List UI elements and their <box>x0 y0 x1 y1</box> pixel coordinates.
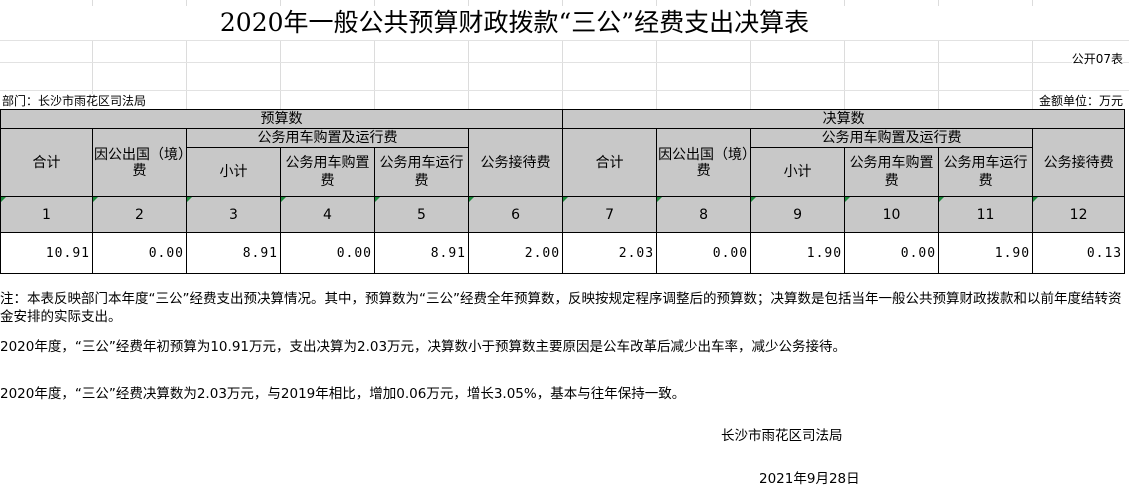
budget-group-header: 预算数 <box>0 109 564 129</box>
value-cell[interactable]: 1.90 <box>750 232 846 274</box>
index-cell: 6 <box>467 196 564 233</box>
final-operation-header: 公务用车运行费 <box>938 147 1034 197</box>
header-row-subgroups: 合计 因公出国（境）费 公务用车购置及运行费 公务接待费 合计 因公出国（境）费… <box>0 128 1126 197</box>
value-cell[interactable]: 0.00 <box>656 232 752 274</box>
department-label: 部门：长沙市雨花区司法局 <box>2 94 147 108</box>
index-cell: 10 <box>844 196 940 233</box>
index-cell: 11 <box>938 196 1034 233</box>
header-row-groups: 预算数 决算数 <box>0 109 1126 129</box>
value-cell[interactable]: 0.00 <box>92 232 187 274</box>
index-cell: 9 <box>750 196 846 233</box>
final-abroad-header: 因公出国（境）费 <box>656 128 752 197</box>
form-code: 公开07表 <box>1071 52 1123 66</box>
budget-vehicle-header: 公务用车购置及运行费 <box>186 128 469 148</box>
value-cell[interactable]: 8.91 <box>374 232 469 274</box>
three-public-expense-table: 预算数 决算数 合计 因公出国（境）费 公务用车购置及运行费 公务接待费 合计 … <box>0 109 1126 274</box>
table-note: 注：本表反映部门本年度“三公”经费支出预决算情况。其中，预算数为“三公”经费全年… <box>0 290 1124 326</box>
comparison-explanation: 2020年度，“三公”经费决算数为2.03万元，与2019年相比，增加0.06万… <box>0 385 1124 403</box>
final-subtotal-header: 小计 <box>750 147 846 197</box>
final-reception-header: 公务接待费 <box>1032 128 1126 197</box>
index-cell: 2 <box>92 196 187 233</box>
final-group-header: 决算数 <box>562 109 1126 129</box>
page-title: 2020年一般公共预算财政拨款“三公”经费支出决算表 <box>0 6 1129 40</box>
final-purchase-header: 公务用车购置费 <box>844 147 940 197</box>
value-cell[interactable]: 0.00 <box>280 232 375 274</box>
budget-explanation: 2020年度，“三公”经费年初预算为10.91万元，支出决算为2.03万元，决算… <box>0 338 1124 356</box>
index-cell: 4 <box>280 196 375 233</box>
value-cell[interactable]: 2.00 <box>467 232 564 274</box>
value-row: 10.91 0.00 8.91 0.00 8.91 2.00 2.03 0.00… <box>0 232 1126 274</box>
index-cell: 12 <box>1032 196 1126 233</box>
unit-label: 金额单位：万元 <box>1038 94 1123 108</box>
index-cell: 8 <box>656 196 752 233</box>
budget-purchase-header: 公务用车购置费 <box>280 147 375 197</box>
value-cell[interactable]: 10.91 <box>0 232 93 274</box>
budget-reception-header: 公务接待费 <box>467 128 564 197</box>
final-total-header: 合计 <box>562 128 658 197</box>
value-cell[interactable]: 2.03 <box>562 232 658 274</box>
index-cell: 7 <box>562 196 658 233</box>
value-cell[interactable]: 0.00 <box>844 232 940 274</box>
index-cell: 3 <box>186 196 281 233</box>
final-vehicle-header: 公务用车购置及运行费 <box>750 128 1034 148</box>
budget-subtotal-header: 小计 <box>186 147 281 197</box>
value-cell[interactable]: 0.13 <box>1032 232 1126 274</box>
budget-total-header: 合计 <box>0 128 93 197</box>
index-cell: 1 <box>0 196 93 233</box>
value-cell[interactable]: 1.90 <box>938 232 1034 274</box>
budget-operation-header: 公务用车运行费 <box>374 147 469 197</box>
index-cell: 5 <box>374 196 469 233</box>
signature-org: 长沙市雨花区司法局 <box>721 427 843 445</box>
index-row: 1 2 3 4 5 6 7 8 9 10 11 12 <box>0 196 1126 233</box>
signature-date: 2021年9月28日 <box>759 470 860 488</box>
budget-abroad-header: 因公出国（境）费 <box>92 128 187 197</box>
value-cell[interactable]: 8.91 <box>186 232 281 274</box>
